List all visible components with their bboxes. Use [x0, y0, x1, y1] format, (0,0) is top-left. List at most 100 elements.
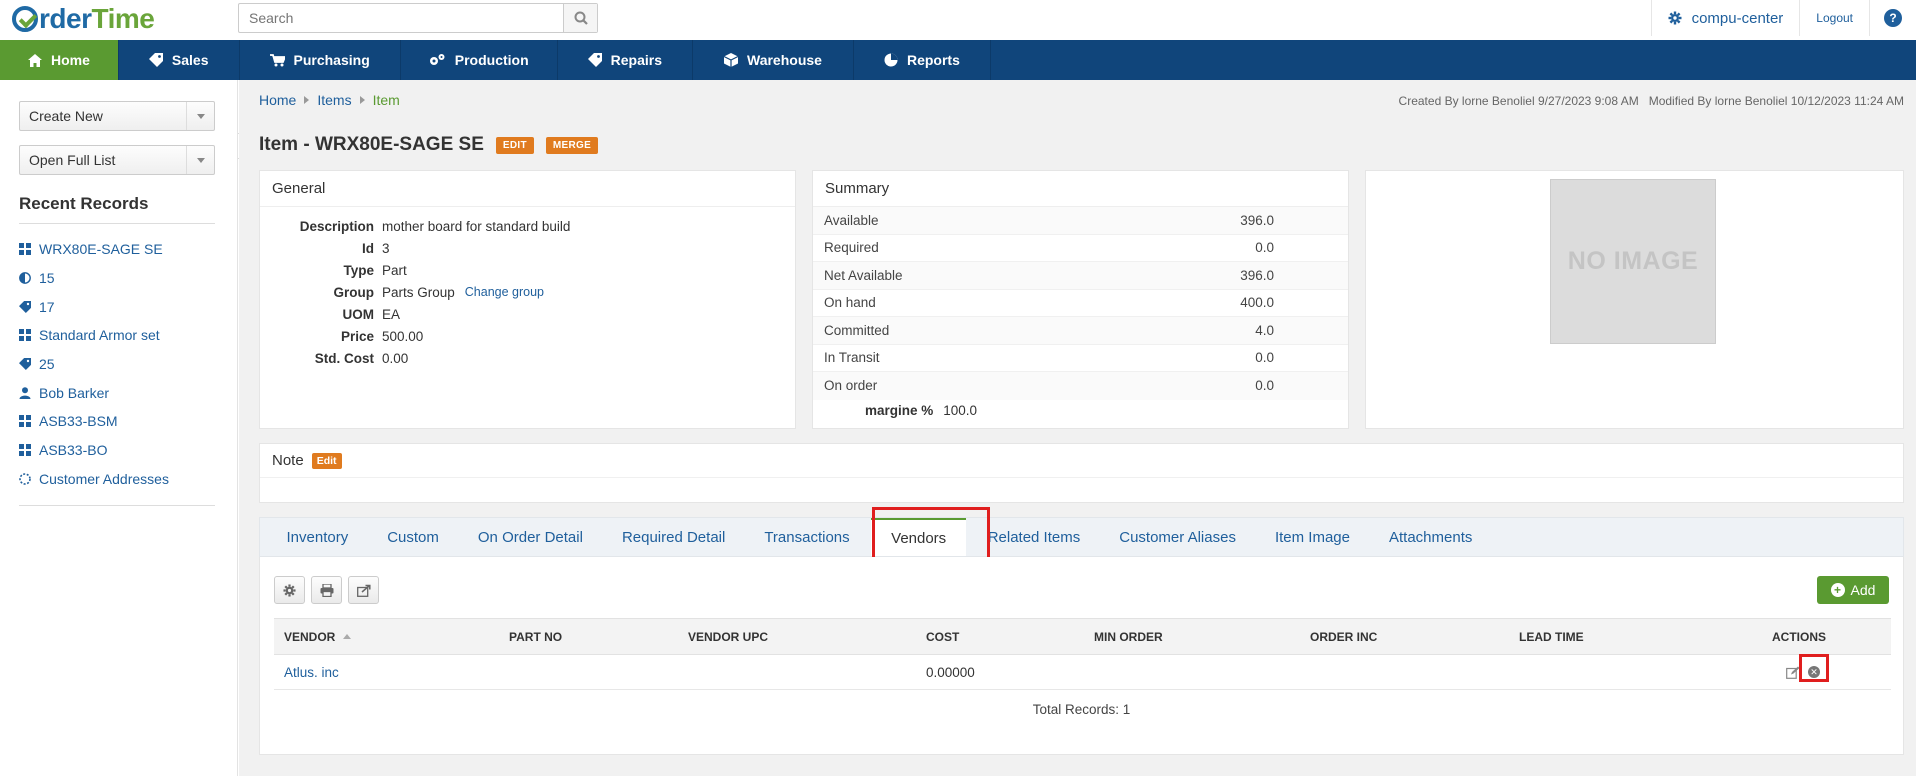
- field-value: mother board for standard build: [382, 218, 571, 234]
- help-button[interactable]: ?: [1869, 0, 1916, 36]
- item-title: Item - WRX80E-SAGE SE: [259, 134, 484, 155]
- column-header-cost[interactable]: COST: [926, 619, 959, 654]
- margin-label: margine %: [865, 403, 934, 418]
- logo-text-order: rder: [39, 3, 92, 34]
- summary-label: On order: [824, 378, 878, 394]
- note-edit-button[interactable]: Edit: [311, 452, 342, 469]
- grid-settings-button[interactable]: [274, 576, 305, 604]
- print-button[interactable]: [311, 576, 342, 604]
- gear-icon: [283, 583, 296, 597]
- general-title: General: [260, 171, 795, 207]
- recent-record-item[interactable]: 15: [19, 264, 215, 293]
- vendors-table-header: VENDOR PART NO VENDOR UPC COST MIN ORDER…: [274, 618, 1891, 655]
- column-header-vendor-upc[interactable]: VENDOR UPC: [688, 619, 768, 654]
- tab-on-order-detail[interactable]: On Order Detail: [458, 518, 602, 556]
- chevron-down-icon: [186, 102, 214, 130]
- field-value: EA: [382, 306, 401, 322]
- summary-value: 4.0: [1255, 322, 1274, 338]
- column-header-part-no[interactable]: PART NO: [509, 619, 562, 654]
- nav-reports[interactable]: Reports: [854, 40, 991, 80]
- nav-purchasing[interactable]: Purchasing: [240, 40, 401, 80]
- chevron-right-icon: [359, 96, 365, 104]
- cost-cell: 0.00000: [926, 664, 975, 680]
- margin-value: 100.0: [943, 403, 978, 418]
- half-circle-icon: [19, 272, 31, 284]
- tab-attachments[interactable]: Attachments: [1369, 518, 1491, 556]
- edit-button[interactable]: EDIT: [495, 136, 534, 154]
- recent-record-item[interactable]: Standard Armor set: [19, 321, 215, 350]
- summary-label: Committed: [824, 322, 890, 338]
- column-label: LEAD TIME: [1519, 629, 1584, 644]
- recent-record-item[interactable]: WRX80E-SAGE SE: [19, 235, 215, 264]
- search-input[interactable]: [239, 4, 563, 32]
- recent-record-item[interactable]: 17: [19, 292, 215, 321]
- tab-required-detail[interactable]: Required Detail: [602, 518, 744, 556]
- recent-record-item[interactable]: ASB33-BO: [19, 436, 215, 465]
- tab-customer-aliases[interactable]: Customer Aliases: [1100, 518, 1256, 556]
- edit-row-button[interactable]: [1786, 655, 1800, 689]
- nav-repairs[interactable]: Repairs: [558, 40, 693, 80]
- nav-production[interactable]: Production: [401, 40, 558, 80]
- recent-record-item[interactable]: ASB33-BSM: [19, 407, 215, 436]
- vendor-link[interactable]: Atlus. inc: [284, 665, 339, 680]
- summary-value: 396.0: [1240, 267, 1274, 283]
- recent-record-item[interactable]: Bob Barker: [19, 378, 215, 407]
- nav-home-label: Home: [51, 52, 90, 68]
- column-label: VENDOR UPC: [688, 629, 769, 644]
- help-icon: ?: [1884, 9, 1902, 27]
- summary-label: On hand: [824, 295, 876, 311]
- dotted-circle-icon: [19, 473, 31, 485]
- recent-record-item[interactable]: 25: [19, 350, 215, 379]
- no-image-placeholder[interactable]: NO IMAGE: [1550, 179, 1716, 344]
- search-button[interactable]: [563, 4, 597, 32]
- column-header-order-inc[interactable]: ORDER INC: [1310, 619, 1377, 654]
- column-header-vendor[interactable]: VENDOR: [284, 619, 352, 654]
- tab-custom[interactable]: Custom: [368, 518, 459, 556]
- tab-inventory[interactable]: Inventory: [267, 518, 368, 556]
- add-vendor-button[interactable]: + Add: [1817, 576, 1889, 604]
- tab-item-image[interactable]: Item Image: [1255, 518, 1369, 556]
- column-label: PART NO: [509, 629, 563, 644]
- company-name: compu-center: [1691, 9, 1784, 27]
- column-header-min-order[interactable]: MIN ORDER: [1094, 619, 1163, 654]
- gears-icon: [429, 54, 445, 65]
- merge-button[interactable]: MERGE: [545, 136, 599, 154]
- field-label: Description: [299, 218, 374, 234]
- open-full-list-dropdown[interactable]: Open Full List: [19, 145, 215, 175]
- summary-value: 0.0: [1255, 378, 1274, 394]
- company-settings-link[interactable]: compu-center: [1650, 0, 1800, 36]
- grid-icon: [19, 329, 31, 342]
- summary-value: 0.0: [1255, 350, 1274, 366]
- column-header-lead-time[interactable]: LEAD TIME: [1519, 619, 1584, 654]
- ordertime-logo[interactable]: rder Time: [12, 3, 155, 34]
- nav-purchasing-label: Purchasing: [293, 52, 370, 68]
- logout-link[interactable]: Logout: [1799, 0, 1869, 36]
- vendors-grid-panel: + Add VENDOR PART NO VENDOR UPC COST MIN…: [259, 557, 1904, 755]
- chevron-down-icon: [186, 146, 214, 174]
- nav-sales[interactable]: Sales: [119, 40, 240, 80]
- tag-icon: [148, 53, 163, 67]
- nav-production-label: Production: [454, 52, 529, 68]
- field-value: 3: [382, 240, 390, 256]
- summary-label: Net Available: [824, 267, 903, 283]
- open-full-list-label: Open Full List: [29, 152, 116, 168]
- change-group-link[interactable]: Change group: [465, 285, 544, 299]
- recent-record-label: ASB33-BO: [39, 442, 108, 459]
- breadcrumb-items[interactable]: Items: [317, 92, 351, 108]
- recent-record-item[interactable]: Customer Addresses: [19, 465, 215, 494]
- delete-button-highlight: [1799, 654, 1829, 682]
- margin-row: margine % 100.0: [813, 400, 1348, 422]
- nav-warehouse[interactable]: Warehouse: [693, 40, 854, 80]
- nav-home[interactable]: Home: [0, 40, 119, 80]
- recent-record-label: WRX80E-SAGE SE: [39, 241, 163, 258]
- general-row: Std. Cost 0.00: [260, 347, 795, 369]
- breadcrumb-home[interactable]: Home: [259, 92, 296, 108]
- export-button[interactable]: [348, 576, 379, 604]
- create-new-dropdown[interactable]: Create New: [19, 101, 215, 131]
- tag-icon: [19, 358, 31, 371]
- main-nav: Home Sales Purchasing Production Repairs…: [0, 40, 1916, 80]
- summary-row: On hand 400.0: [813, 290, 1348, 317]
- summary-value: 0.0: [1255, 240, 1274, 256]
- tab-transactions[interactable]: Transactions: [745, 518, 869, 556]
- field-label: Group: [333, 284, 375, 300]
